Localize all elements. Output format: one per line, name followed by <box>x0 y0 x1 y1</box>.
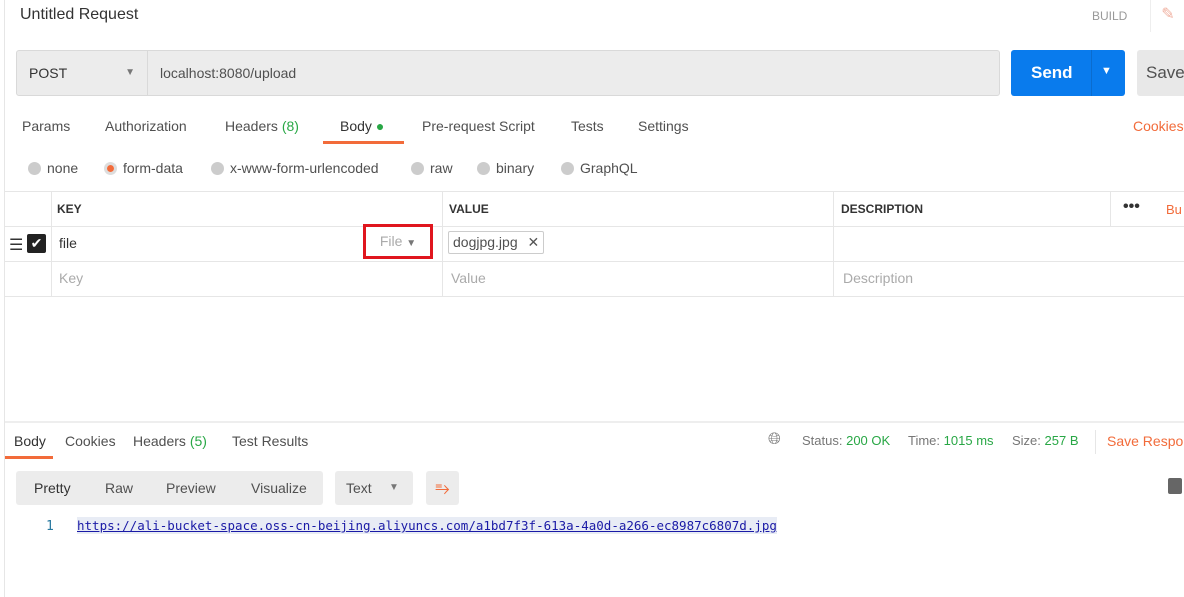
radio-x-www-form-urlencoded[interactable]: x-www-form-urlencoded <box>211 160 379 176</box>
status-label: Status: <box>802 433 843 448</box>
view-preview[interactable]: Preview <box>166 480 216 496</box>
url-input[interactable]: localhost:8080/upload <box>160 51 296 95</box>
format-select[interactable]: Text ▼ <box>335 471 413 505</box>
status-readout: Status: 200 OK <box>802 433 890 448</box>
size-readout: Size: 257 B <box>1012 433 1079 448</box>
send-button[interactable]: Send ▼ <box>1011 50 1125 96</box>
globe-icon[interactable]: 🌐︎ <box>768 431 781 449</box>
response-tab-headers[interactable]: Headers (5) <box>133 433 207 449</box>
row-checkbox[interactable]: ✔ <box>27 234 46 253</box>
url-bar: POST ▼ localhost:8080/upload <box>16 50 1000 96</box>
chevron-down-icon: ▼ <box>389 482 399 493</box>
tab-label: Headers <box>225 118 278 134</box>
radio-none[interactable]: none <box>28 160 78 176</box>
tab-headers[interactable]: Headers (8) <box>225 118 299 134</box>
size-label: Size: <box>1012 433 1041 448</box>
tab-pre-request-script[interactable]: Pre-request Script <box>422 118 535 134</box>
status-value: 200 OK <box>846 433 891 448</box>
copy-icon[interactable] <box>1168 478 1182 494</box>
body-indicator-dot: ● <box>375 118 385 134</box>
view-raw[interactable]: Raw <box>105 480 133 496</box>
radio-label: GraphQL <box>580 160 638 176</box>
time-readout: Time: 1015 ms <box>908 433 994 448</box>
pencil-icon[interactable]: ✎ <box>1150 0 1184 32</box>
chevron-down-icon: ▼ <box>406 238 417 249</box>
key-cell[interactable]: file <box>59 235 77 251</box>
request-title[interactable]: Untitled Request <box>20 6 138 24</box>
divider <box>5 421 1184 423</box>
response-tab-body[interactable]: Body <box>14 433 46 449</box>
method-value: POST <box>29 65 68 81</box>
radio-label: none <box>47 160 79 176</box>
active-tab-underline <box>5 456 53 459</box>
divider <box>4 0 5 597</box>
method-select[interactable]: POST ▼ <box>17 51 148 95</box>
tab-tests[interactable]: Tests <box>571 118 604 134</box>
chevron-down-icon[interactable]: ▼ <box>1101 65 1112 77</box>
cookies-link[interactable]: Cookies <box>1133 118 1184 134</box>
drag-handle-icon[interactable]: ☰ <box>9 235 23 255</box>
size-value: 257 B <box>1044 433 1079 448</box>
radio-label: form-data <box>123 160 183 176</box>
view-mode-segmented: Pretty Raw Preview Visualize <box>16 471 323 505</box>
description-input[interactable]: Description <box>843 270 913 286</box>
tab-authorization[interactable]: Authorization <box>105 118 187 134</box>
tab-params[interactable]: Params <box>22 118 70 134</box>
build-mode-label[interactable]: BUILD <box>1092 9 1127 23</box>
radio-binary[interactable]: binary <box>477 160 534 176</box>
active-tab-underline <box>323 141 404 144</box>
radio-label: raw <box>430 160 453 176</box>
radio-raw[interactable]: raw <box>411 160 453 176</box>
view-visualize[interactable]: Visualize <box>251 480 307 496</box>
response-tab-cookies[interactable]: Cookies <box>65 433 116 449</box>
save-response-button[interactable]: Save Respo <box>1107 433 1183 449</box>
type-value: File <box>379 233 403 249</box>
header-count: (5) <box>189 433 207 449</box>
tab-label: Body <box>340 118 372 134</box>
view-pretty[interactable]: Pretty <box>34 480 71 496</box>
send-label: Send <box>1031 63 1073 82</box>
type-select[interactable]: File ▼ <box>363 224 433 259</box>
close-icon[interactable]: ✕ <box>528 234 540 250</box>
wrap-lines-icon[interactable]: ⥱ <box>426 471 459 505</box>
time-label: Time: <box>908 433 941 448</box>
radio-form-data[interactable]: form-data <box>104 160 183 176</box>
value-input[interactable]: Value <box>451 270 486 286</box>
more-options-icon[interactable]: ••• <box>1123 198 1140 216</box>
response-tab-test-results[interactable]: Test Results <box>232 433 308 449</box>
tab-body[interactable]: Body ● <box>340 118 384 134</box>
params-table: KEY VALUE DESCRIPTION ••• Bu ☰ file Key … <box>5 191 1184 298</box>
file-name: dogjpg.jpg <box>453 234 518 250</box>
time-value: 1015 ms <box>943 433 994 448</box>
bulk-edit-link[interactable]: Bu <box>1166 202 1182 217</box>
line-number: 1 <box>46 519 54 534</box>
column-header-value: VALUE <box>449 202 489 216</box>
radio-label: x-www-form-urlencoded <box>230 160 379 176</box>
tab-label: Headers <box>133 433 186 449</box>
file-chip: dogjpg.jpg ✕ <box>448 231 545 254</box>
chevron-down-icon: ▼ <box>125 67 135 78</box>
column-header-description: DESCRIPTION <box>841 202 924 216</box>
tab-settings[interactable]: Settings <box>638 118 689 134</box>
radio-graphql[interactable]: GraphQL <box>561 160 638 176</box>
format-value: Text <box>346 480 372 496</box>
column-header-key: KEY <box>57 202 82 216</box>
save-button[interactable]: Save <box>1137 50 1184 96</box>
response-url-link[interactable]: https://ali-bucket-space.oss-cn-beijing.… <box>77 517 777 534</box>
header-count: (8) <box>281 118 299 134</box>
radio-label: binary <box>496 160 535 176</box>
key-input[interactable]: Key <box>59 270 83 286</box>
